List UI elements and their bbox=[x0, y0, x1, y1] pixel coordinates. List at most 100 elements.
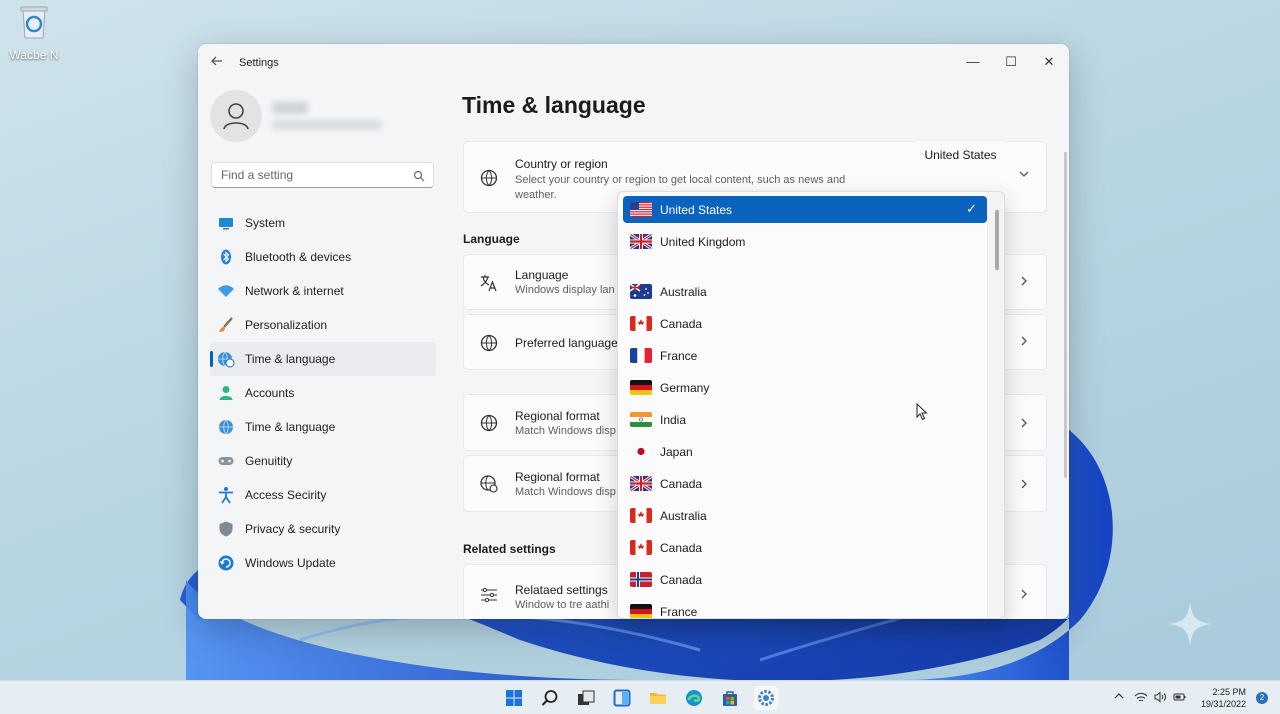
dropdown-scroll-thumb[interactable] bbox=[995, 210, 999, 270]
globe-clock-icon bbox=[217, 418, 235, 436]
sidebar-item-privacy[interactable]: Privacy & security bbox=[210, 512, 436, 546]
dropdown-option-australia[interactable]: Australia bbox=[623, 278, 987, 305]
dropdown-option-canada-4[interactable]: Canada bbox=[623, 566, 987, 593]
sidebar-item-system[interactable]: System bbox=[210, 206, 436, 240]
dropdown-option-united-kingdom[interactable]: United Kingdom bbox=[623, 228, 987, 255]
sidebar-item-label: Windows Update bbox=[245, 556, 336, 570]
dropdown-option-australia-2[interactable]: Australia bbox=[623, 502, 987, 529]
globe-clock-icon bbox=[217, 350, 235, 368]
accessibility-icon bbox=[217, 486, 235, 504]
flag-de-icon bbox=[630, 604, 652, 618]
chevron-down-icon[interactable] bbox=[1018, 167, 1030, 183]
dropdown-option-united-states[interactable]: United States ✓ bbox=[623, 196, 987, 223]
dropdown-option-germany[interactable]: Germany bbox=[623, 374, 987, 401]
flag-no-icon bbox=[630, 572, 652, 587]
battery-tray-icon[interactable] bbox=[1173, 690, 1187, 704]
language-icon bbox=[479, 273, 499, 293]
notification-badge[interactable]: 2 bbox=[1256, 692, 1268, 704]
store-icon bbox=[721, 689, 739, 707]
close-button[interactable]: ✕ bbox=[1031, 50, 1067, 74]
tray-chevron-up-icon[interactable] bbox=[1112, 690, 1126, 704]
desktop-icon-label: Wacbe N bbox=[9, 48, 59, 62]
sidebar-item-time-language-2[interactable]: Time & language bbox=[210, 410, 436, 444]
flag-in-icon bbox=[630, 412, 652, 427]
sidebar-item-genuitity[interactable]: Genuitity bbox=[210, 444, 436, 478]
content-scrollbar[interactable] bbox=[1064, 152, 1067, 478]
sidebar-item-windows-update[interactable]: Windows Update bbox=[210, 546, 436, 580]
store-button[interactable] bbox=[718, 686, 742, 710]
dropdown-option-india[interactable]: India bbox=[623, 406, 987, 433]
minimize-button[interactable]: — bbox=[955, 50, 991, 74]
sidebar-item-accessibility[interactable]: Access Secirity bbox=[210, 478, 436, 512]
task-view-button[interactable] bbox=[574, 686, 598, 710]
dropdown-option-label: Canada bbox=[660, 477, 703, 491]
sidebar-item-label: Personalization bbox=[245, 318, 328, 332]
settings-icon bbox=[757, 689, 775, 707]
sidebar-item-personalization[interactable]: Personalization bbox=[210, 308, 436, 342]
dropdown-option-canada-2[interactable]: Canada bbox=[623, 470, 987, 497]
back-arrow-icon[interactable] bbox=[210, 54, 226, 70]
sidebar-nav: System Bluetooth & devices Network & int… bbox=[210, 206, 436, 580]
checkmark-icon: ✓ bbox=[966, 201, 977, 216]
dropdown-option-france[interactable]: France bbox=[623, 342, 987, 369]
page-title: Time & language bbox=[462, 92, 646, 118]
dropdown-option-france-2[interactable]: France bbox=[623, 598, 987, 619]
dropdown-option-label: France bbox=[660, 605, 698, 619]
flag-de-icon bbox=[630, 380, 652, 395]
flag-gb-icon bbox=[630, 476, 652, 491]
globe-icon bbox=[479, 168, 499, 188]
task-view-icon bbox=[577, 689, 595, 707]
title-bar: Settings — ☐ ✕ bbox=[198, 44, 1069, 80]
flag-us-icon bbox=[630, 202, 652, 217]
recycle-bin-icon bbox=[17, 4, 51, 40]
taskbar-search-button[interactable] bbox=[538, 686, 562, 710]
brush-icon bbox=[217, 316, 235, 334]
sidebar-item-label: Bluetooth & devices bbox=[245, 250, 352, 264]
dropdown-option-japan[interactable]: Japan bbox=[623, 438, 987, 465]
dropdown-option-label: Canada bbox=[660, 573, 703, 587]
avatar[interactable] bbox=[210, 90, 262, 142]
dropdown-option-label: United States bbox=[660, 203, 733, 217]
dropdown-option-canada-3[interactable]: Canada bbox=[623, 534, 987, 561]
widgets-button[interactable] bbox=[610, 686, 634, 710]
sidebar-item-label: Privacy & security bbox=[245, 522, 341, 536]
sidebar-item-time-language[interactable]: Time & language bbox=[210, 342, 436, 376]
maximize-button[interactable]: ☐ bbox=[993, 50, 1029, 74]
country-region-select[interactable]: United States bbox=[913, 141, 1008, 169]
person-icon bbox=[217, 384, 235, 402]
recycle-bin-desktop-icon[interactable]: Wacbe N bbox=[4, 4, 64, 62]
country-dropdown-list: United States ✓ United Kingdom Australia… bbox=[617, 191, 1005, 619]
sidebar-item-label: System bbox=[245, 216, 286, 230]
dropdown-option-label: Australia bbox=[660, 509, 707, 523]
preferred-language-title: Preferred language bbox=[515, 336, 618, 350]
settings-taskbar-button[interactable] bbox=[754, 686, 778, 710]
chevron-right-icon bbox=[1018, 334, 1030, 350]
widgets-icon bbox=[613, 689, 631, 707]
wifi-tray-icon[interactable] bbox=[1134, 690, 1148, 704]
language-section-heading: Language bbox=[463, 232, 520, 246]
file-explorer-button[interactable] bbox=[646, 686, 670, 710]
dropdown-option-label: India bbox=[660, 413, 687, 427]
sidebar-item-label: Time & language bbox=[245, 352, 336, 366]
dropdown-option-canada[interactable]: Canada bbox=[623, 310, 987, 337]
system-clock[interactable]: 2:25 PM 19/31/2022 bbox=[1196, 686, 1246, 710]
clock-time: 2:25 PM bbox=[1212, 687, 1246, 697]
sidebar-item-label: Access Secirity bbox=[245, 488, 327, 502]
sidebar-item-network[interactable]: Network & internet bbox=[210, 274, 436, 308]
start-button[interactable] bbox=[502, 686, 526, 710]
flag-au-icon bbox=[630, 284, 652, 299]
dropdown-option-label: United Kingdom bbox=[660, 235, 746, 249]
sidebar-item-accounts[interactable]: Accounts bbox=[210, 376, 436, 410]
volume-tray-icon[interactable] bbox=[1153, 690, 1167, 704]
search-input[interactable]: Find a setting bbox=[211, 162, 434, 188]
windows-logo-icon bbox=[505, 689, 523, 707]
taskbar: 2:25 PM 19/31/2022 2 bbox=[0, 680, 1280, 714]
search-placeholder: Find a setting bbox=[221, 168, 294, 182]
bluetooth-icon bbox=[217, 248, 235, 266]
flag-jp-icon bbox=[630, 444, 652, 459]
sidebar-item-bluetooth[interactable]: Bluetooth & devices bbox=[210, 240, 436, 274]
country-region-title: Country or region bbox=[515, 157, 608, 171]
edge-button[interactable] bbox=[682, 686, 706, 710]
sparkle-icon bbox=[1166, 600, 1214, 648]
sidebar-item-label: Accounts bbox=[245, 386, 295, 400]
